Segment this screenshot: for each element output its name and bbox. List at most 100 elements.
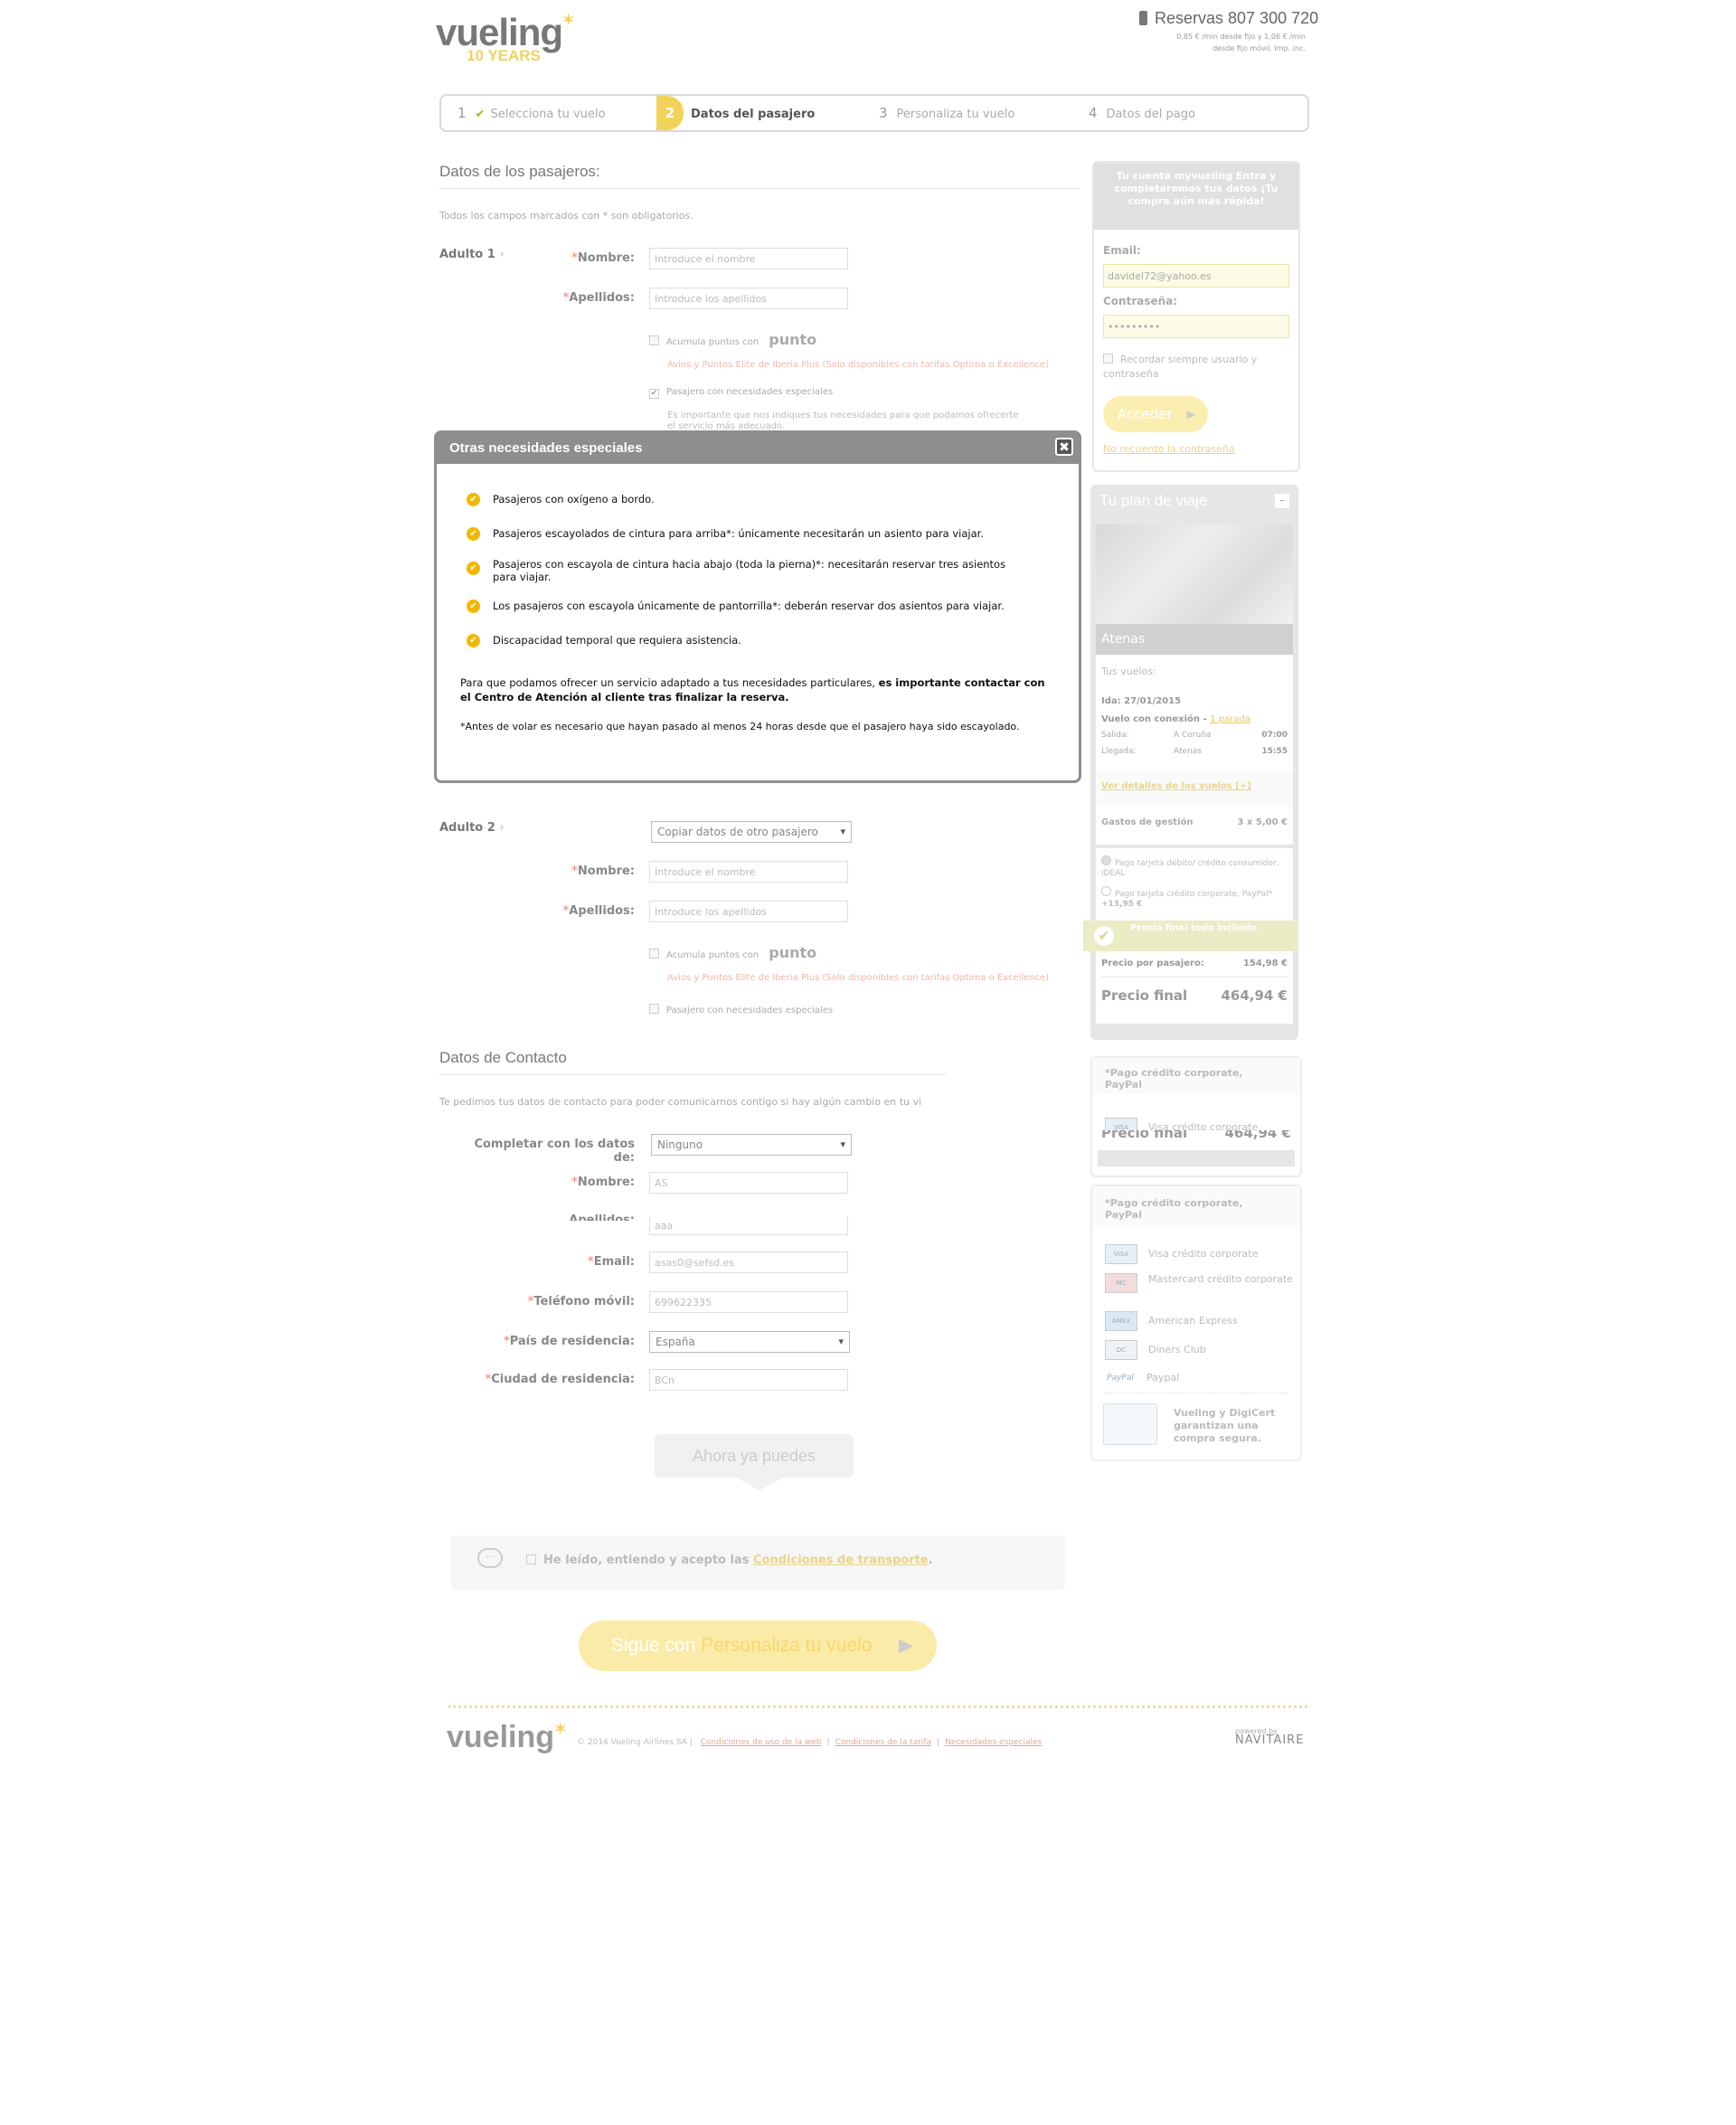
iberia-note: Avios y Puntos Elite de Iberia Plus (Sol… (667, 360, 1050, 370)
adult-2-puntos-row: Acumula puntos con punto (649, 944, 816, 961)
accept-checkbox[interactable] (526, 1554, 536, 1564)
conditions-link[interactable]: Condiciones de transporte (753, 1554, 929, 1567)
footer-logo-text: vueling (447, 1720, 555, 1754)
gastos-label: Gastos de gestión (1101, 817, 1194, 827)
remember-checkbox[interactable] (1103, 354, 1113, 364)
close-icon[interactable]: ✖ (1055, 438, 1073, 456)
special-needs-modal: Otras necesidades especiales ✖ ✔ Pasajer… (434, 430, 1081, 783)
modal-title: Otras necesidades especiales (449, 440, 643, 456)
continue-prefix: Sigue con (611, 1635, 696, 1656)
apellidos-label: *Apellidos: (562, 904, 635, 918)
salida-row: Salida: A Coruña 07:00 (1101, 731, 1288, 740)
footer-link-conditions[interactable]: Condiciones de uso de la web (701, 1738, 822, 1747)
modal-header: Otras necesidades especiales (437, 433, 1079, 464)
adult-1-nombre-input[interactable]: Introduce el nombre (649, 248, 848, 269)
check-bullet-icon: ✔ (467, 562, 480, 575)
precio-final-value: 464,94 € (1221, 987, 1288, 1004)
footer-link-necesidades[interactable]: Necesidades especiales (945, 1738, 1042, 1747)
contact-pais-select[interactable]: España (649, 1331, 850, 1353)
modal-item-5: Discapacidad temporal que requiera asist… (493, 634, 741, 647)
step-label: Datos del pago (1106, 108, 1195, 121)
puntos-checkbox[interactable] (649, 949, 659, 959)
precio-incluido-label: Precio final todo incluido (1130, 923, 1258, 933)
contact-apellidos-input[interactable]: aaa (649, 1217, 848, 1235)
card-item-diners: DC Diners Club (1105, 1340, 1206, 1360)
adult-2-apellidos-input[interactable]: Introduce los apellidos (649, 901, 848, 922)
login-box: Tu cuenta myvueling Entra y completaremo… (1092, 161, 1300, 472)
precio-pasajero-value: 154,98 € (1242, 959, 1288, 968)
continue-button[interactable]: Sigue con Personaliza tu vuelo ▶ (579, 1620, 937, 1671)
accept-text: He leído, entiendo y acepto las (543, 1554, 750, 1567)
label-text: Teléfono móvil: (533, 1295, 635, 1308)
puntos-checkbox[interactable] (649, 335, 659, 345)
precio-final-row: Precio final 464,94 € (1101, 987, 1288, 1004)
label-text: Nombre: (577, 251, 635, 265)
card-ghost-cut-row: Precio final 464,94 € (1098, 1130, 1295, 1150)
step-1[interactable]: 1 ✔ Selecciona tu vuelo (458, 96, 638, 130)
necesidades-checkbox[interactable]: ✔ (649, 389, 659, 399)
remember-row: Recordar siempre usuario y contraseña (1103, 353, 1284, 382)
login-password-input[interactable]: ••••••••• (1103, 315, 1289, 338)
progress-steps: 1 ✔ Selecciona tu vuelo 2 Datos del pasajer… (439, 94, 1309, 132)
pago-1-label: Pago tarjeta débito/ crédito consumidor,… (1101, 859, 1279, 878)
contact-ciudad-input[interactable]: BCn (649, 1369, 848, 1391)
card-label: American Express (1148, 1315, 1238, 1327)
pago-option-1[interactable]: Pago tarjeta débito/ crédito consumidor,… (1101, 855, 1282, 879)
adult-1-puntos-row: Acumula puntos con punto (649, 331, 816, 348)
contact-email-input[interactable]: asas0@sefsd.es (649, 1251, 848, 1273)
login-email-input[interactable]: davidel72@yahoo.es (1103, 264, 1289, 288)
contact-telefono-input[interactable]: 699622335 (649, 1291, 848, 1313)
continue-target: Personaliza tu vuelo (701, 1635, 873, 1656)
minimize-icon[interactable]: – (1275, 494, 1289, 508)
check-bullet-icon: ✔ (467, 527, 480, 541)
footer-link-tarifa[interactable]: Condiciones de la tarifa (835, 1738, 931, 1747)
necesidades-checkbox[interactable] (649, 1004, 659, 1014)
radio-icon[interactable] (1101, 855, 1111, 865)
powered-by: powered by NAVITAIRE (1235, 1727, 1304, 1746)
family-photo (1096, 524, 1293, 624)
salida-city: A Coruña (1174, 731, 1212, 740)
contact-apellidos-label: Apellidos: (454, 1214, 635, 1221)
card-label: Paypal (1146, 1372, 1180, 1384)
logo-subtitle: 10 YEARS (467, 47, 541, 64)
contact-nombre-input[interactable]: AS (649, 1172, 848, 1194)
phone-note-line-2: desde fijo móvil. Imp. inc. (1212, 44, 1306, 52)
phone-icon (1139, 11, 1147, 25)
forgot-password-link[interactable]: No recuerdo la contraseña (1103, 443, 1235, 455)
card-box-ghost: *Pago crédito corporate, PayPal VISA Visa… (1090, 1056, 1302, 1177)
apellidos-label: *Apellidos: (562, 291, 635, 305)
step-number: 2 (656, 96, 684, 130)
ida-date: Ida: 27/01/2015 (1101, 696, 1182, 706)
chevron-right-icon: › (499, 821, 505, 835)
copy-passenger-select[interactable]: Copiar datos de otro pasajero (651, 821, 852, 843)
adult-2-nombre-input[interactable]: Introduce el nombre (649, 861, 848, 883)
card-item-amex: AMEX American Express (1105, 1311, 1238, 1331)
acceder-button[interactable]: Acceder ▶ (1103, 396, 1208, 432)
pago-option-2[interactable]: Pago tarjeta crédito corporate, PayPal* … (1101, 886, 1282, 910)
cards-title: *Pago crédito corporate, PayPal (1105, 1197, 1243, 1221)
phone-note-line-1: 0,85 € /min desde fijo y 1,06 € /min (1176, 33, 1306, 41)
adult-1-apellidos-input[interactable]: Introduce los apellidos (649, 288, 848, 309)
parada-link[interactable]: 1 parada (1210, 714, 1250, 724)
checkmark-icon: ✔ (475, 108, 486, 121)
footer-divider (448, 1705, 1307, 1708)
completar-select[interactable]: Ninguno (651, 1134, 852, 1156)
divider (439, 188, 1080, 189)
star-icon: ✶ (562, 13, 574, 28)
ahora-arrow (736, 1478, 783, 1490)
contact-email-label: *Email: (587, 1255, 635, 1269)
contact-nombre-label: *Nombre: (571, 1176, 635, 1189)
radio-icon[interactable] (1101, 886, 1111, 896)
modal-paragraph: Para que podamos ofrecer un servicio ada… (460, 675, 1048, 704)
phone-note: 0,85 € /min desde fijo y 1,06 € /min des… (1085, 31, 1306, 54)
acceder-label: Acceder (1118, 406, 1173, 422)
phone-reservations: Reservas 807 300 720 (1139, 9, 1318, 28)
label-text: Nombre: (577, 1176, 635, 1189)
payment-options: Pago tarjeta débito/ crédito consumidor,… (1096, 848, 1293, 921)
iberia-note: Avios y Puntos Elite de Iberia Plus (Sol… (667, 973, 1050, 983)
label-text: Nombre: (577, 864, 635, 878)
payment-cards-box: *Pago crédito corporate, PayPal VISA Visa… (1090, 1185, 1302, 1461)
flight-details-link[interactable]: Ver detalles de los vuelos [+] (1101, 781, 1251, 791)
login-header: Tu cuenta myvueling Entra y completaremo… (1094, 163, 1298, 230)
divider (439, 1074, 946, 1075)
